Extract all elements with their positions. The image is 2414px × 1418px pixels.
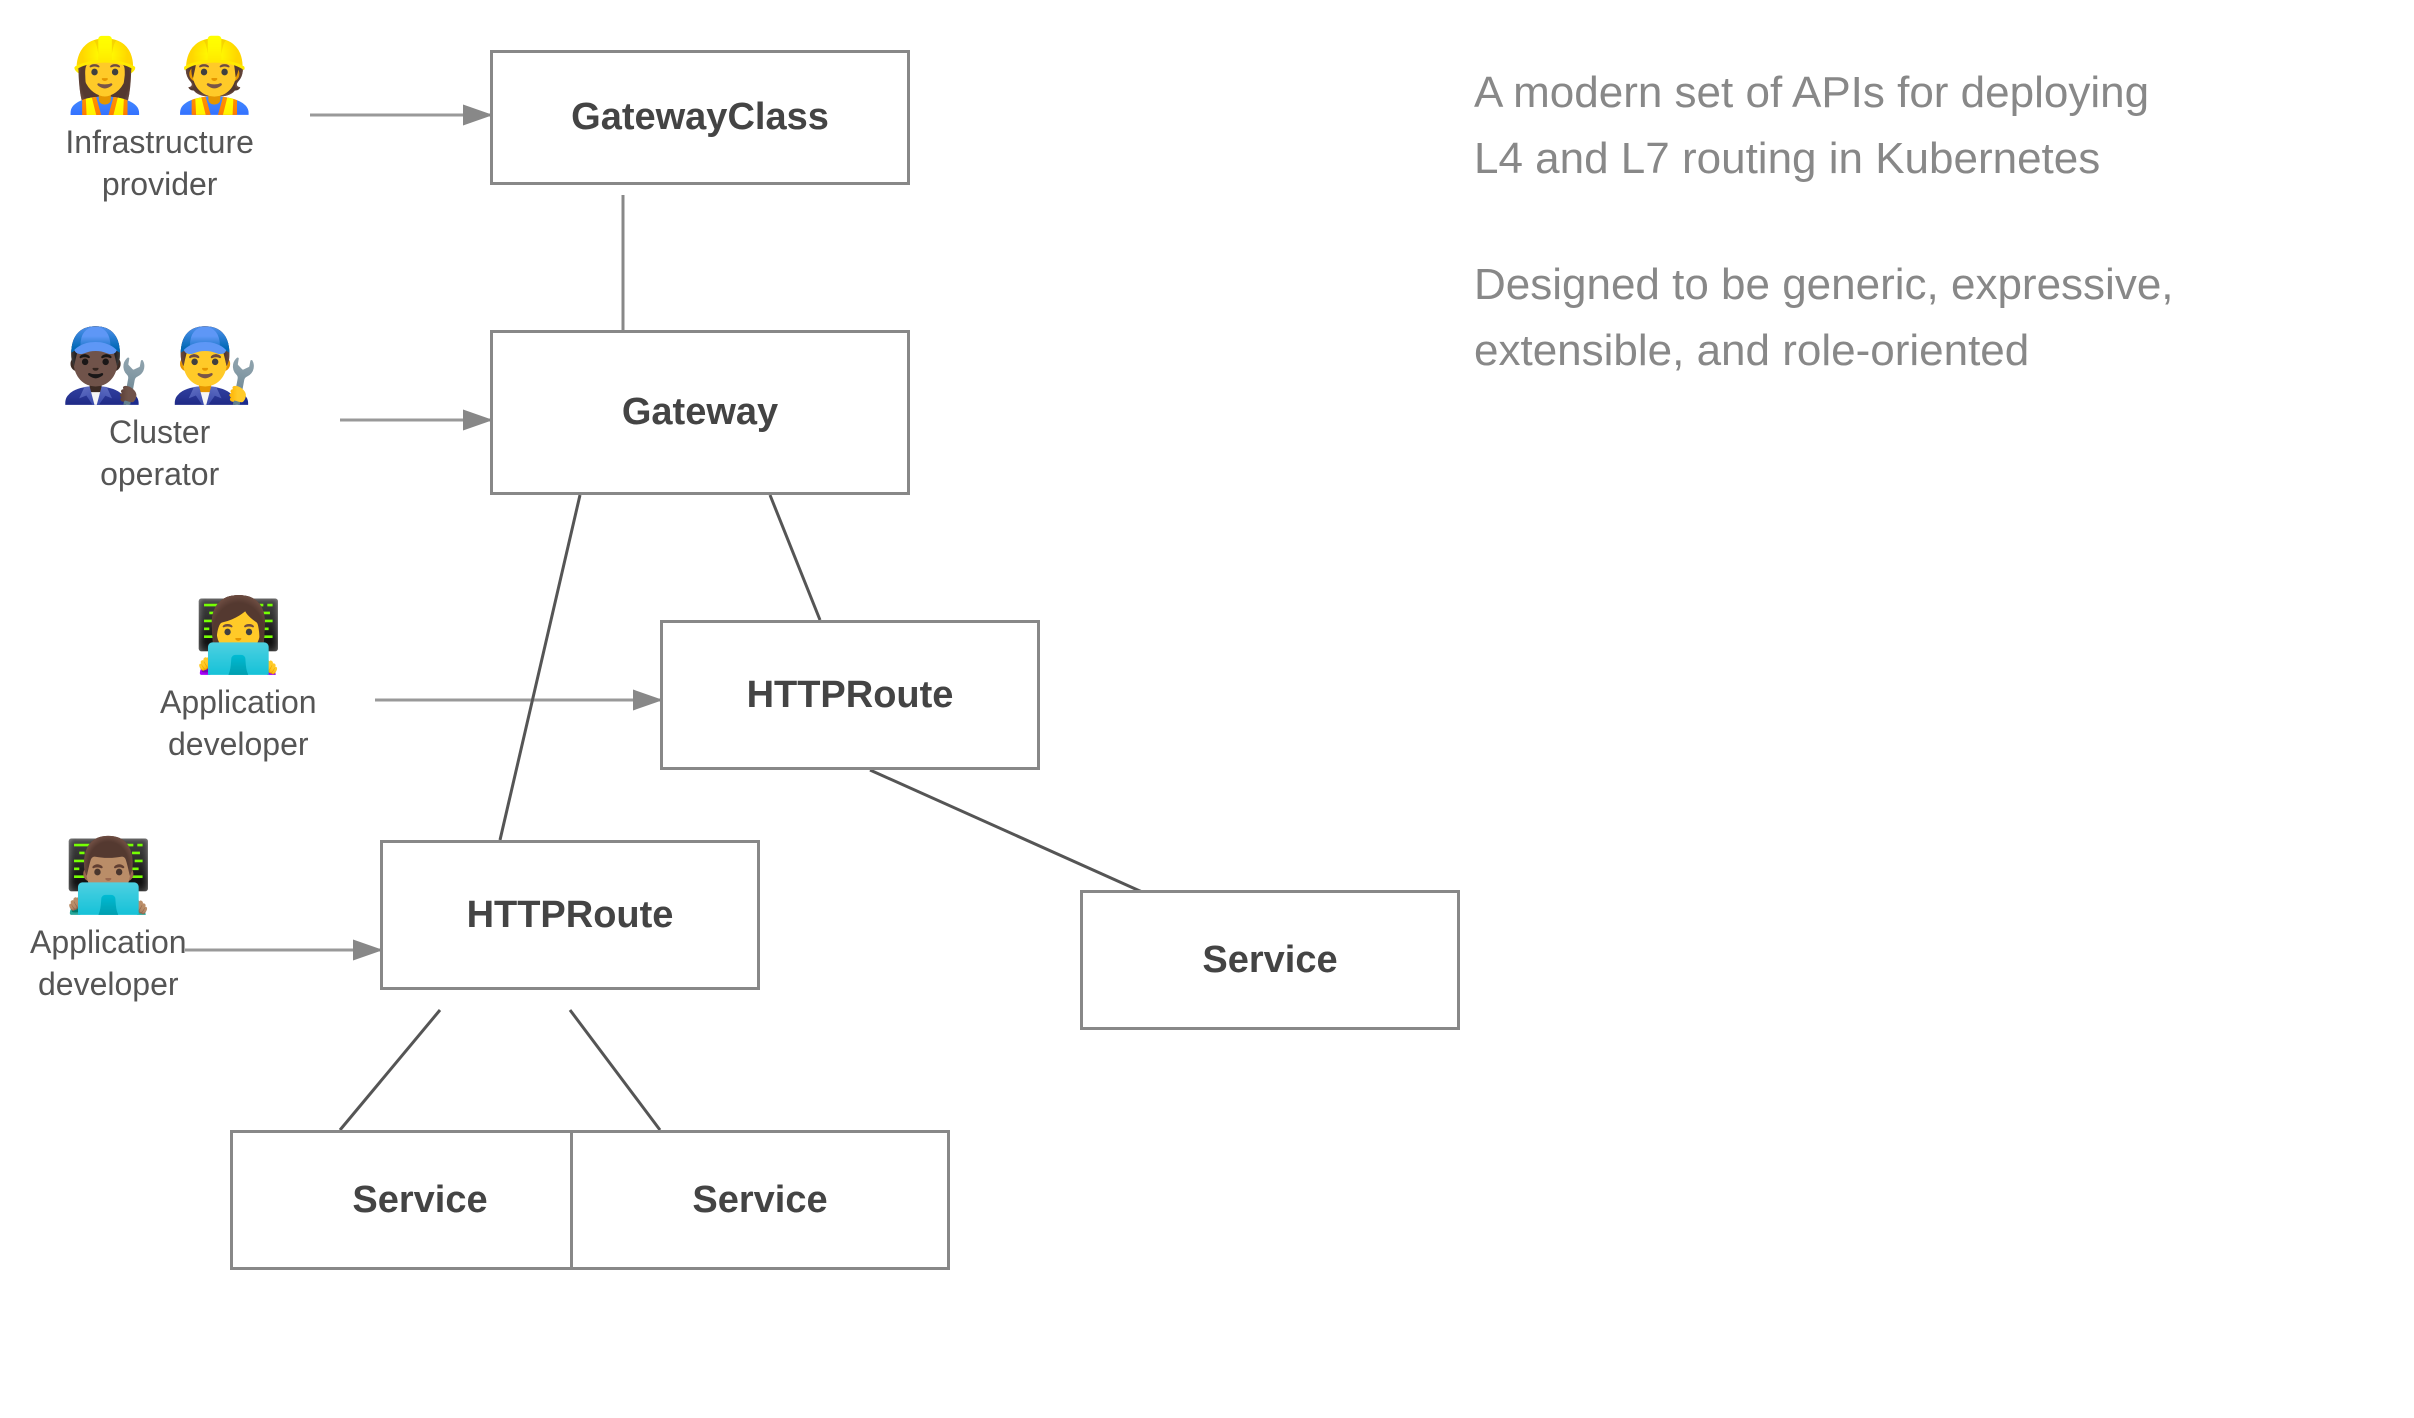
gateway-box: Gateway [490, 330, 910, 495]
cluster-operator-person: 👨🏿‍🔧 👨‍🔧 Clusteroperator [60, 330, 259, 495]
info-line1: A modern set of APIs for deploying L4 an… [1474, 60, 2294, 192]
cluster-operator-emoji: 👨🏿‍🔧 👨‍🔧 [60, 330, 259, 402]
app-dev-bottom-person: 👨🏽‍💻 Applicationdeveloper [30, 840, 187, 1005]
httproute-top-box: HTTPRoute [660, 620, 1040, 770]
gatewayclass-box: GatewayClass [490, 50, 910, 185]
httproute-bottom-label: HTTPRoute [467, 894, 674, 937]
service-right-label: Service [1202, 939, 1337, 982]
httproute-top-label: HTTPRoute [747, 674, 954, 717]
httproute-bottom-box: HTTPRoute [380, 840, 760, 990]
app-dev-top-emoji: 👩‍💻 [193, 600, 283, 672]
service-center-box: Service [570, 1130, 950, 1270]
app-dev-bottom-label: Applicationdeveloper [30, 922, 187, 1005]
infra-provider-label: Infrastructureprovider [65, 122, 254, 205]
info-text-container: A modern set of APIs for deploying L4 an… [1474, 60, 2294, 384]
gateway-label: Gateway [622, 391, 778, 434]
app-dev-top-label: Applicationdeveloper [160, 682, 317, 765]
service-right-box: Service [1080, 890, 1460, 1030]
diagram-container: GatewayClass Gateway HTTPRoute HTTPRoute… [0, 0, 2414, 1418]
infra-provider-emoji: 👷‍♀️ 👷 [60, 40, 259, 112]
gatewayclass-label: GatewayClass [571, 96, 829, 139]
service-left-label: Service [352, 1179, 487, 1222]
info-line2: Designed to be generic, expressive, exte… [1474, 252, 2294, 384]
cluster-operator-label: Clusteroperator [100, 412, 219, 495]
app-dev-top-person: 👩‍💻 Applicationdeveloper [160, 600, 317, 765]
app-dev-bottom-emoji: 👨🏽‍💻 [63, 840, 153, 912]
infra-provider-person: 👷‍♀️ 👷 Infrastructureprovider [60, 40, 259, 205]
service-left-box: Service [230, 1130, 610, 1270]
service-center-label: Service [692, 1179, 827, 1222]
